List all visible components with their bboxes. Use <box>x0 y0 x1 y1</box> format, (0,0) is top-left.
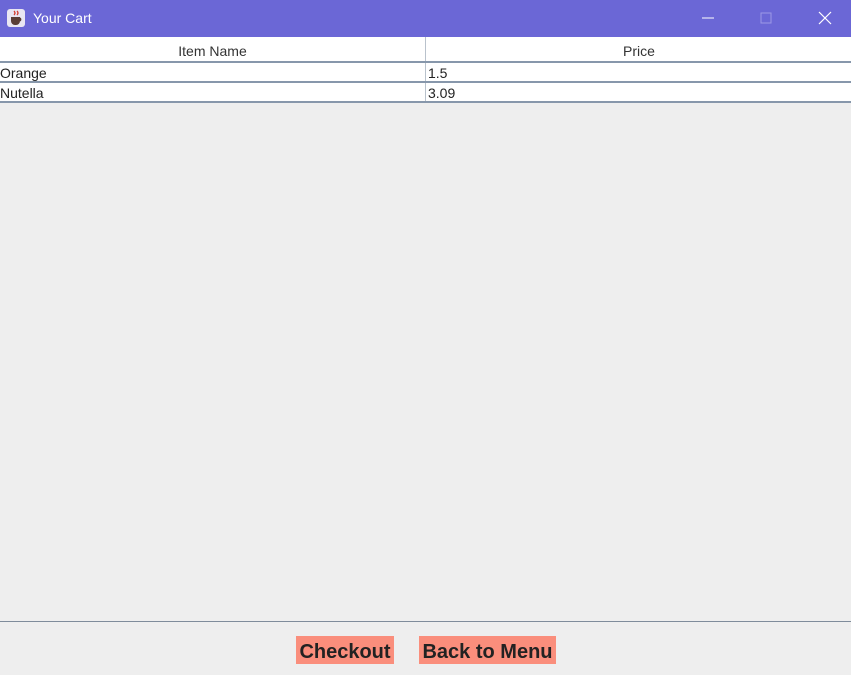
cell-price[interactable]: 1.5 <box>428 63 447 81</box>
java-coffee-cup-icon <box>6 8 26 28</box>
cell-price[interactable]: 3.09 <box>428 83 455 101</box>
window-title: Your Cart <box>33 10 92 26</box>
back-to-menu-button[interactable]: Back to Menu <box>419 636 556 664</box>
table-header: Item Name Price <box>0 37 851 63</box>
cell-item-name[interactable]: Orange <box>0 63 47 81</box>
cell-divider <box>425 83 426 101</box>
minimize-button[interactable] <box>685 0 731 37</box>
column-header-item-name[interactable]: Item Name <box>0 37 425 61</box>
table-row[interactable]: Orange 1.5 <box>0 63 851 83</box>
close-button[interactable] <box>801 0 847 37</box>
table-row[interactable]: Nutella 3.09 <box>0 83 851 103</box>
cell-item-name[interactable]: Nutella <box>0 83 44 101</box>
column-divider[interactable] <box>425 37 426 61</box>
cell-divider <box>425 63 426 81</box>
maximize-button[interactable] <box>743 0 789 37</box>
cart-window: Your Cart Item Name Price Orange 1.5 Nut… <box>0 0 851 675</box>
checkout-button[interactable]: Checkout <box>296 636 394 664</box>
title-bar[interactable]: Your Cart <box>0 0 851 37</box>
footer-divider <box>0 621 851 622</box>
column-header-price[interactable]: Price <box>427 37 851 61</box>
